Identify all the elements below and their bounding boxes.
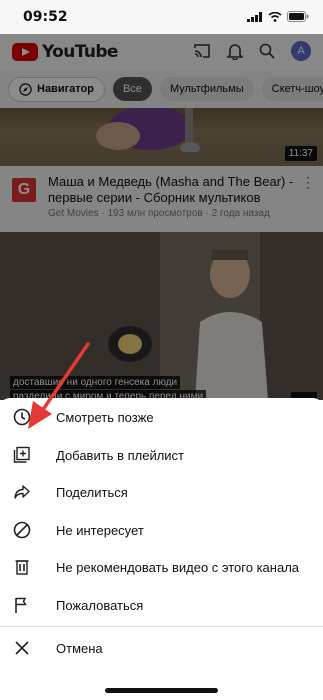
menu-item-label: Поделиться bbox=[56, 484, 128, 500]
trash-icon bbox=[12, 557, 32, 577]
menu-item-not-interested[interactable]: Не интересует bbox=[0, 511, 323, 549]
cancel-label: Отмена bbox=[56, 640, 103, 656]
home-indicator[interactable] bbox=[105, 688, 218, 693]
close-icon bbox=[12, 638, 32, 658]
status-icons bbox=[247, 11, 309, 22]
divider bbox=[0, 626, 323, 627]
block-icon bbox=[12, 520, 32, 540]
flag-icon bbox=[12, 595, 32, 615]
share-icon bbox=[12, 482, 32, 502]
cancel-button[interactable]: Отмена bbox=[0, 629, 323, 667]
menu-item-label: Пожаловаться bbox=[56, 597, 144, 613]
status-time: 09:52 bbox=[23, 9, 68, 25]
annotation-arrow bbox=[28, 342, 90, 429]
menu-item-dont-recommend-channel[interactable]: Не рекомендовать видео с этого канала bbox=[0, 548, 323, 586]
menu-item-label: Не интересует bbox=[56, 522, 144, 538]
menu-item-report[interactable]: Пожаловаться bbox=[0, 586, 323, 624]
wifi-icon bbox=[268, 11, 282, 22]
battery-icon bbox=[287, 11, 309, 22]
menu-item-label: Не рекомендовать видео с этого канала bbox=[56, 559, 300, 575]
signal-icon bbox=[247, 11, 262, 22]
menu-item-share[interactable]: Поделиться bbox=[0, 473, 323, 511]
